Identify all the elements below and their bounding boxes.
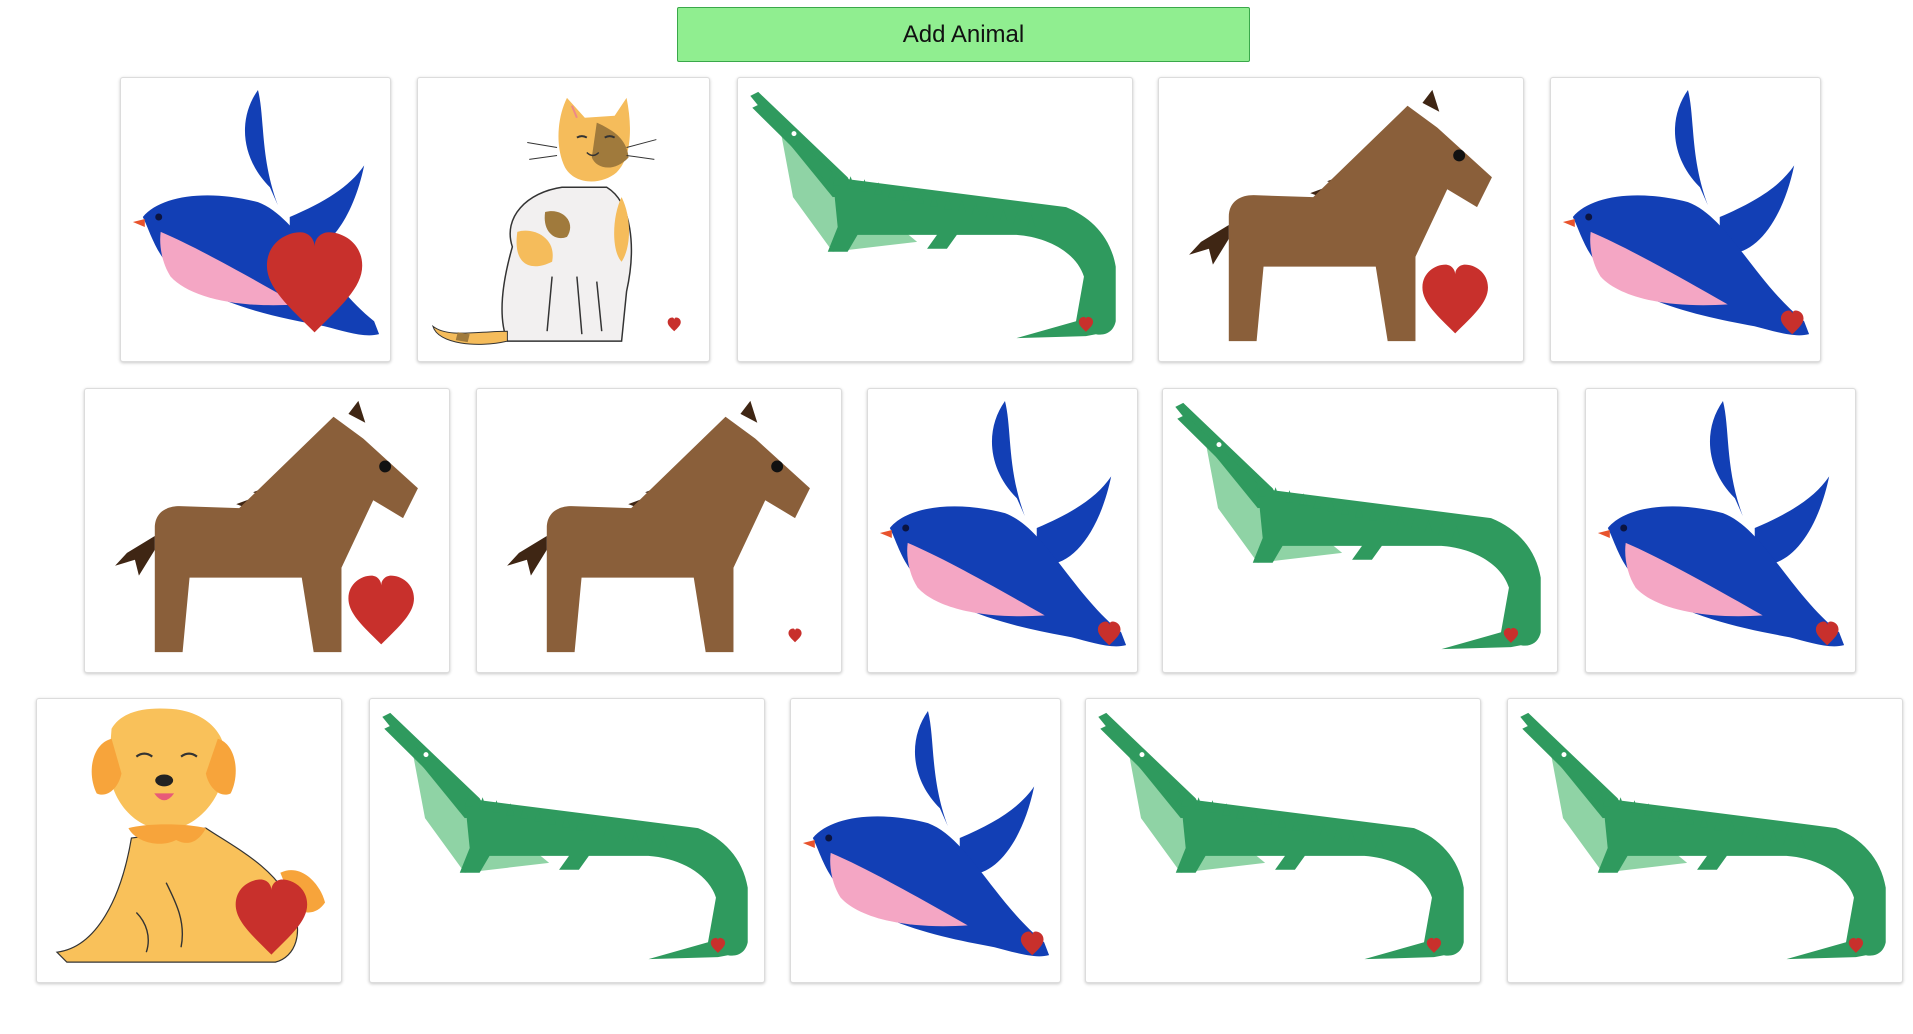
crocodile-illustration [1098, 712, 1464, 960]
animal-card-crocodile[interactable] [1085, 698, 1481, 983]
bird-illustration [1562, 89, 1810, 336]
animal-card-bird[interactable] [1550, 77, 1821, 362]
heart-icon [667, 317, 681, 332]
bird-illustration [879, 400, 1127, 647]
dog-illustration [55, 708, 326, 963]
bird-illustration [1597, 400, 1845, 647]
animal-card-horse[interactable] [84, 388, 450, 673]
bird-illustration [802, 710, 1050, 957]
crocodile-illustration [1520, 712, 1886, 960]
animal-card-bird[interactable] [1585, 388, 1856, 673]
crocodile-illustration [1175, 402, 1541, 650]
add-animal-button[interactable]: Add Animal [677, 7, 1250, 62]
heart-icon [1422, 264, 1488, 334]
horse-illustration [507, 400, 810, 653]
crocodile-illustration [382, 712, 748, 960]
crocodile-illustration [750, 91, 1116, 339]
animal-card-crocodile[interactable] [1507, 698, 1903, 983]
animal-card-horse[interactable] [1158, 77, 1524, 362]
horse-illustration [115, 400, 418, 653]
animal-card-crocodile[interactable] [369, 698, 765, 983]
heart-icon [348, 575, 414, 645]
animal-card-bird[interactable] [867, 388, 1138, 673]
heart-icon [788, 628, 802, 643]
animal-card-bird[interactable] [120, 77, 391, 362]
horse-illustration [1189, 89, 1492, 342]
animal-card-horse[interactable] [476, 388, 842, 673]
animal-card-crocodile[interactable] [1162, 388, 1558, 673]
animal-card-cat[interactable] [417, 77, 710, 362]
animal-card-crocodile[interactable] [737, 77, 1133, 362]
animal-card-bird[interactable] [790, 698, 1061, 983]
cat-illustration [432, 97, 681, 345]
bird-illustration [132, 89, 380, 336]
animal-card-dog[interactable] [36, 698, 342, 983]
